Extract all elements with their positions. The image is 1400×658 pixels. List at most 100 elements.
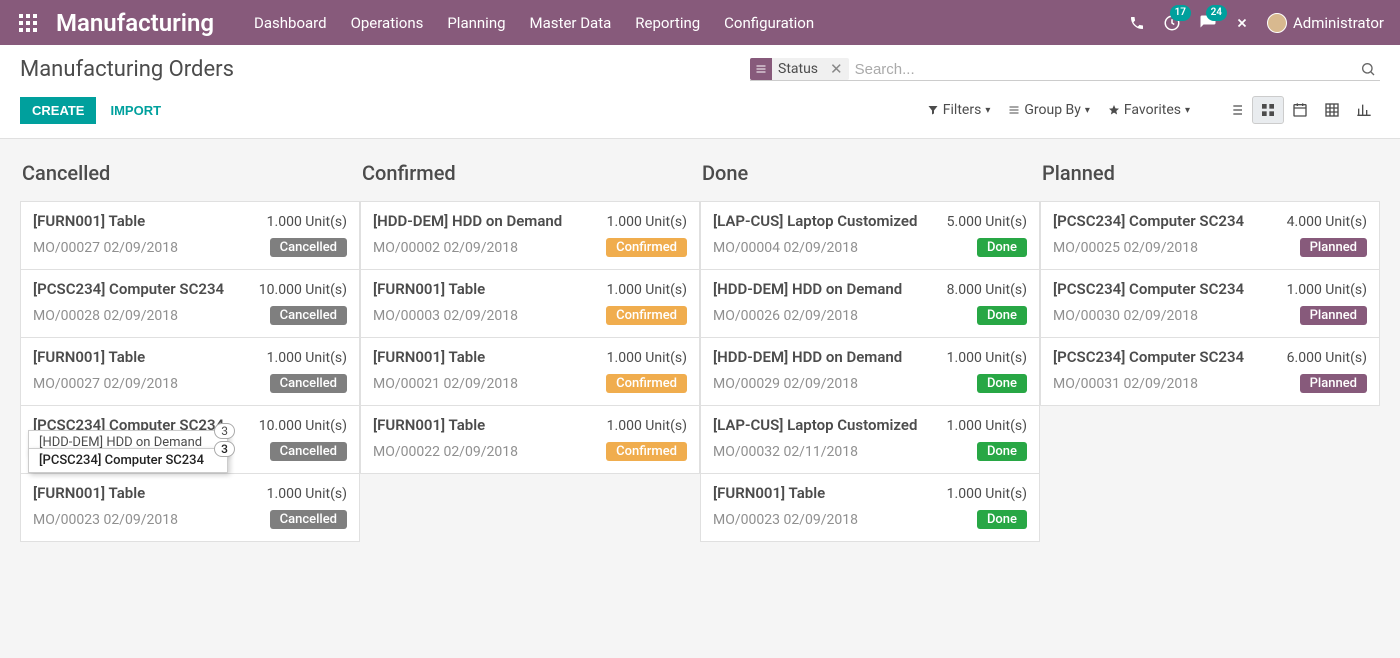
card-product: [LAP-CUS] Laptop Customized	[713, 416, 917, 434]
menu-planning[interactable]: Planning	[447, 14, 505, 32]
menu-reporting[interactable]: Reporting	[635, 14, 700, 32]
search-icon[interactable]	[1356, 61, 1380, 77]
column-list: [PCSC234] Computer SC234 4.000 Unit(s) M…	[1040, 201, 1380, 406]
status-badge: Cancelled	[270, 442, 347, 461]
card-product: [PCSC234] Computer SC234	[1053, 280, 1244, 298]
user-menu[interactable]: Administrator	[1267, 13, 1384, 33]
view-list-icon[interactable]	[1220, 96, 1252, 124]
kanban-card[interactable]: [FURN001] Table 1.000 Unit(s) MO/00023 0…	[21, 474, 359, 541]
card-reference: MO/00032 02/11/2018	[713, 444, 858, 460]
kanban-card[interactable]: [HDD-DEM] HDD on Demand 8.000 Unit(s) MO…	[701, 270, 1039, 338]
filters-dropdown[interactable]: Filters▾	[927, 102, 991, 118]
status-badge: Cancelled	[270, 238, 347, 257]
card-qty: 10.000 Unit(s)	[259, 282, 347, 298]
kanban-card[interactable]: [PCSC234] Computer SC234 6.000 Unit(s) M…	[1041, 338, 1379, 405]
card-product: [FURN001] Table	[373, 280, 485, 298]
kanban-column: Done [LAP-CUS] Laptop Customized 5.000 U…	[700, 155, 1040, 542]
card-product: [PCSC234] Computer SC234	[1053, 348, 1244, 366]
kanban-card[interactable]: [PCSC234] Computer SC234 4.000 Unit(s) M…	[1041, 202, 1379, 270]
card-reference: MO/00003 02/09/2018	[373, 308, 518, 324]
avatar-icon	[1267, 13, 1287, 33]
column-list: [FURN001] Table 1.000 Unit(s) MO/00027 0…	[20, 201, 360, 542]
card-qty: 1.000 Unit(s)	[947, 418, 1027, 434]
activity-icon[interactable]: 17	[1163, 14, 1181, 32]
kanban-card[interactable]: [PCSC234] Computer SC234 10.000 Unit(s) …	[21, 406, 359, 474]
card-reference: MO/00029 02/09/2018	[713, 376, 858, 392]
card-qty: 1.000 Unit(s)	[607, 350, 687, 366]
column-title[interactable]: Cancelled	[22, 161, 360, 185]
phone-icon[interactable]	[1129, 15, 1145, 31]
status-badge: Done	[977, 374, 1027, 393]
card-qty: 1.000 Unit(s)	[267, 350, 347, 366]
card-product: [FURN001] Table	[33, 348, 145, 366]
facet-remove-icon[interactable]: ✕	[824, 60, 849, 78]
kanban-card[interactable]: [HDD-DEM] HDD on Demand 1.000 Unit(s) MO…	[361, 202, 699, 270]
card-reference: MO/00002 02/09/2018	[373, 240, 518, 256]
status-badge: Confirmed	[606, 442, 687, 461]
groupby-dropdown[interactable]: Group By▾	[1008, 102, 1090, 118]
kanban-card[interactable]: [FURN001] Table 1.000 Unit(s) MO/00027 0…	[21, 338, 359, 406]
kanban-card[interactable]: [HDD-DEM] HDD on Demand 1.000 Unit(s) MO…	[701, 338, 1039, 406]
status-badge: Done	[977, 238, 1027, 257]
user-name: Administrator	[1293, 14, 1384, 32]
card-qty: 1.000 Unit(s)	[947, 350, 1027, 366]
search-input[interactable]	[849, 59, 1356, 80]
search-facet[interactable]: Status ✕	[750, 58, 849, 80]
menu-operations[interactable]: Operations	[351, 14, 424, 32]
status-badge: Done	[977, 510, 1027, 529]
create-button[interactable]: CREATE	[20, 97, 96, 124]
menu-configuration[interactable]: Configuration	[724, 14, 814, 32]
column-title[interactable]: Planned	[1042, 161, 1380, 185]
search-bar[interactable]: Status ✕	[750, 58, 1380, 81]
card-qty: 1.000 Unit(s)	[267, 214, 347, 230]
card-product: [FURN001] Table	[713, 484, 825, 502]
import-button[interactable]: IMPORT	[110, 103, 161, 118]
kanban-card[interactable]: [FURN001] Table 1.000 Unit(s) MO/00023 0…	[701, 474, 1039, 541]
kanban-column: Planned [PCSC234] Computer SC234 4.000 U…	[1040, 155, 1380, 406]
card-product: [FURN001] Table	[33, 484, 145, 502]
card-reference: MO/00022 02/09/2018	[373, 444, 518, 460]
kanban-card[interactable]: [FURN001] Table 1.000 Unit(s) MO/00027 0…	[21, 202, 359, 270]
facet-label: Status	[772, 59, 824, 79]
menu-dashboard[interactable]: Dashboard	[254, 14, 327, 32]
card-product: [HDD-DEM] HDD on Demand	[713, 280, 902, 298]
kanban-card[interactable]: [PCSC234] Computer SC234 1.000 Unit(s) M…	[1041, 270, 1379, 338]
card-reference: MO/00021 02/09/2018	[373, 376, 518, 392]
app-brand[interactable]: Manufacturing	[56, 9, 214, 37]
kanban-card[interactable]: [FURN001] Table 1.000 Unit(s) MO/00003 0…	[361, 270, 699, 338]
close-icon[interactable]	[1235, 16, 1249, 30]
status-badge: Cancelled	[270, 510, 347, 529]
card-qty: 1.000 Unit(s)	[607, 282, 687, 298]
status-badge: Confirmed	[606, 238, 687, 257]
card-product: [FURN001] Table	[33, 212, 145, 230]
control-bar: Manufacturing Orders Status ✕ CREATE IMP…	[0, 45, 1400, 139]
status-badge: Planned	[1300, 374, 1367, 393]
kanban-card[interactable]: [LAP-CUS] Laptop Customized 1.000 Unit(s…	[701, 406, 1039, 474]
kanban-card[interactable]: [PCSC234] Computer SC234 10.000 Unit(s) …	[21, 270, 359, 338]
column-title[interactable]: Done	[702, 161, 1040, 185]
favorites-dropdown[interactable]: Favorites▾	[1108, 102, 1190, 118]
card-qty: 1.000 Unit(s)	[267, 486, 347, 502]
card-reference: MO/00023 02/09/2018	[33, 512, 178, 528]
kanban-card[interactable]: [LAP-CUS] Laptop Customized 5.000 Unit(s…	[701, 202, 1039, 270]
kanban-card[interactable]: [FURN001] Table 1.000 Unit(s) MO/00021 0…	[361, 338, 699, 406]
menu-master-data[interactable]: Master Data	[530, 14, 612, 32]
card-product: [PCSC234] Computer SC234	[1053, 212, 1244, 230]
card-reference: MO/00027 02/09/2018	[33, 240, 178, 256]
card-qty: 6.000 Unit(s)	[1287, 350, 1367, 366]
column-title[interactable]: Confirmed	[362, 161, 700, 185]
status-badge: Done	[977, 442, 1027, 461]
card-qty: 10.000 Unit(s)	[259, 418, 347, 434]
card-qty: 1.000 Unit(s)	[947, 486, 1027, 502]
messages-icon[interactable]: 24	[1199, 14, 1217, 32]
view-pivot-icon[interactable]	[1316, 96, 1348, 124]
view-calendar-icon[interactable]	[1284, 96, 1316, 124]
kanban-card[interactable]: [FURN001] Table 1.000 Unit(s) MO/00022 0…	[361, 406, 699, 473]
activity-badge: 17	[1170, 5, 1191, 21]
view-switcher	[1220, 96, 1380, 124]
apps-icon[interactable]	[16, 11, 40, 35]
card-qty: 8.000 Unit(s)	[947, 282, 1027, 298]
view-kanban-icon[interactable]	[1252, 96, 1284, 124]
view-graph-icon[interactable]	[1348, 96, 1380, 124]
card-product: [HDD-DEM] HDD on Demand	[713, 348, 902, 366]
